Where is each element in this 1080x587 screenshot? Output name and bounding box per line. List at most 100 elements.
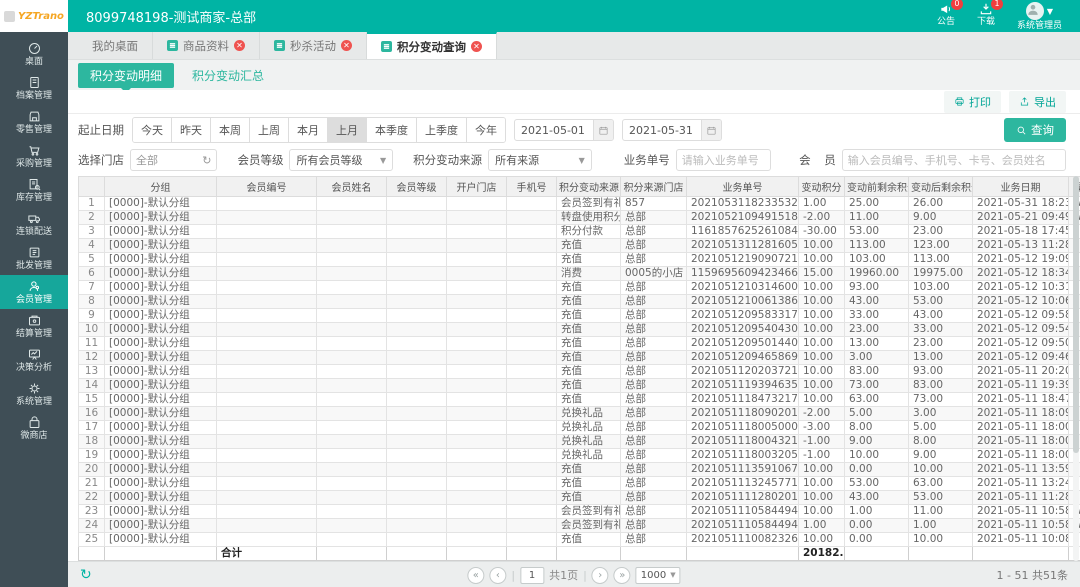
- table-row[interactable]: 22[0000]-默认分组充值总部202105111128020183710.0…: [79, 491, 1080, 505]
- date-preset-button[interactable]: 上月: [328, 118, 367, 142]
- table-row[interactable]: 24[0000]-默认分组会员签到有礼总部2021051110584494177…: [79, 519, 1080, 533]
- table-row[interactable]: 14[0000]-默认分组充值总部202105111939463596910.0…: [79, 379, 1080, 393]
- tab-product-data[interactable]: 商品资料 ✕: [153, 32, 260, 59]
- member-search-field: [842, 149, 1066, 171]
- sidebar-item-members[interactable]: 会员管理: [0, 275, 68, 309]
- next-page-button[interactable]: ›: [592, 567, 609, 584]
- prev-page-button[interactable]: ‹: [489, 567, 506, 584]
- table-cell: [507, 477, 557, 491]
- date-preset-button[interactable]: 今年: [467, 118, 505, 142]
- table-row[interactable]: 15[0000]-默认分组充值总部202105111847321716410.0…: [79, 393, 1080, 407]
- date-preset-button[interactable]: 本季度: [367, 118, 417, 142]
- table-cell: 10.00: [799, 365, 845, 379]
- date-preset-button[interactable]: 今天: [133, 118, 172, 142]
- table-row[interactable]: 13[0000]-默认分组充值总部202105112020372158610.0…: [79, 365, 1080, 379]
- table-row[interactable]: 5[0000]-默认分组充值总部202105121909072156610.00…: [79, 253, 1080, 267]
- table-row[interactable]: 11[0000]-默认分组充值总部202105120950144064610.0…: [79, 337, 1080, 351]
- order-no-input[interactable]: [682, 154, 765, 167]
- table-row[interactable]: 12[0000]-默认分组充值总部202105120946586912410.0…: [79, 351, 1080, 365]
- close-icon[interactable]: ✕: [234, 40, 245, 51]
- first-page-button[interactable]: «: [467, 567, 484, 584]
- column-header[interactable]: 变动后剩余积分: [909, 177, 973, 197]
- table-cell: 总部: [621, 421, 687, 435]
- column-header[interactable]: 业务日期: [973, 177, 1069, 197]
- table-row[interactable]: 10[0000]-默认分组充值总部202105120954043004810.0…: [79, 323, 1080, 337]
- export-button[interactable]: 导出: [1009, 91, 1066, 113]
- date-to-input[interactable]: [623, 124, 701, 137]
- table-cell: [447, 351, 507, 365]
- tab-flash-sale[interactable]: 秒杀活动 ✕: [260, 32, 367, 59]
- sidebar-item-desktop[interactable]: 桌面: [0, 37, 68, 71]
- sidebar-item-purchasing[interactable]: 采购管理: [0, 139, 68, 173]
- sidebar-item-settlement[interactable]: 结算管理: [0, 309, 68, 343]
- sidebar-item-wholesale[interactable]: 批发管理: [0, 241, 68, 275]
- store-input[interactable]: [136, 154, 202, 167]
- sidebar-item-archives[interactable]: 档案管理: [0, 71, 68, 105]
- sidebar-item-micro-shop[interactable]: 微商店: [0, 411, 68, 445]
- date-preset-button[interactable]: 上周: [250, 118, 289, 142]
- date-preset-button[interactable]: 上季度: [417, 118, 467, 142]
- table-row[interactable]: 2[0000]-默认分组转盘使用积分总部20210521094915180531…: [79, 211, 1080, 225]
- date-preset-button[interactable]: 昨天: [172, 118, 211, 142]
- calendar-icon[interactable]: [593, 119, 613, 141]
- table-row[interactable]: 4[0000]-默认分组充值总部202105131128160513010.00…: [79, 239, 1080, 253]
- column-header[interactable]: 变动前剩余积分: [845, 177, 909, 197]
- user-menu[interactable]: ▼ 系统管理员: [1017, 2, 1062, 31]
- date-preset-button[interactable]: 本周: [211, 118, 250, 142]
- search-button[interactable]: 查询: [1004, 118, 1066, 142]
- refresh-icon[interactable]: ↻: [202, 154, 211, 167]
- close-icon[interactable]: ✕: [471, 41, 482, 52]
- print-button[interactable]: 打印: [944, 91, 1001, 113]
- table-row[interactable]: 20[0000]-默认分组充值总部202105111359106770510.0…: [79, 463, 1080, 477]
- table-row[interactable]: 7[0000]-默认分组充值总部202105121031460016410.00…: [79, 281, 1080, 295]
- table-row[interactable]: 25[0000]-默认分组充值总部202105111008232684110.0…: [79, 533, 1080, 547]
- subtab-points-detail[interactable]: 积分变动明细: [78, 63, 174, 88]
- column-header[interactable]: 会员等级: [387, 177, 447, 197]
- column-header[interactable]: 变动积分: [799, 177, 845, 197]
- table-row[interactable]: 6[0000]-默认分组消费0005的小店1159695609423466496…: [79, 267, 1080, 281]
- table-row[interactable]: 19[0000]-默认分组兑换礼品总部2021051118003205737-1…: [79, 449, 1080, 463]
- sidebar-item-system[interactable]: 系统管理: [0, 377, 68, 411]
- column-header[interactable]: 手机号: [507, 177, 557, 197]
- date-preset-button[interactable]: 本月: [289, 118, 328, 142]
- member-level-select[interactable]: 所有会员等级 ▼: [289, 149, 393, 171]
- date-from-input[interactable]: [515, 124, 593, 137]
- sidebar-item-inventory[interactable]: 库存管理: [0, 173, 68, 207]
- table-cell: 2021051113245771119: [687, 477, 799, 491]
- tab-points-change-query[interactable]: 积分变动查询 ✕: [367, 32, 497, 59]
- table-row[interactable]: 23[0000]-默认分组会员签到有礼总部2021051110584494177…: [79, 505, 1080, 519]
- member-search-input[interactable]: [848, 154, 1060, 167]
- column-header[interactable]: 分组: [105, 177, 217, 197]
- scrollbar-thumb[interactable]: [1073, 176, 1079, 453]
- refresh-icon[interactable]: ↻: [80, 567, 92, 583]
- table-row[interactable]: 1[0000]-默认分组会员签到有礼8572021053118233532038…: [79, 197, 1080, 211]
- table-row[interactable]: 8[0000]-默认分组充值总部202105121006138638210.00…: [79, 295, 1080, 309]
- table-row[interactable]: 17[0000]-默认分组兑换礼品总部2021051118005000483-3…: [79, 421, 1080, 435]
- close-icon[interactable]: ✕: [341, 40, 352, 51]
- table-row[interactable]: 9[0000]-默认分组充值总部202105120958331758610.00…: [79, 309, 1080, 323]
- sidebar-item-analysis[interactable]: 决策分析: [0, 343, 68, 377]
- sidebar-item-retail[interactable]: 零售管理: [0, 105, 68, 139]
- table-row[interactable]: 16[0000]-默认分组兑换礼品总部2021051118090201255-2…: [79, 407, 1080, 421]
- table-row[interactable]: 3[0000]-默认分组积分付款总部1161857625261084672-30…: [79, 225, 1080, 239]
- sidebar-item-chain-delivery[interactable]: 连锁配送: [0, 207, 68, 241]
- subtab-points-summary[interactable]: 积分变动汇总: [192, 67, 264, 84]
- tab-my-desktop[interactable]: 我的桌面: [78, 32, 153, 59]
- column-header[interactable]: 积分来源门店: [621, 177, 687, 197]
- search-label: 查询: [1031, 122, 1054, 138]
- table-cell: [0000]-默认分组: [105, 477, 217, 491]
- downloads-button[interactable]: 1 下载: [977, 2, 995, 27]
- column-header[interactable]: 会员姓名: [317, 177, 387, 197]
- column-header[interactable]: 会员编号: [217, 177, 317, 197]
- table-row[interactable]: 21[0000]-默认分组充值总部202105111324577111910.0…: [79, 477, 1080, 491]
- calendar-icon[interactable]: [701, 119, 721, 141]
- column-header[interactable]: 积分变动来源: [557, 177, 621, 197]
- column-header[interactable]: 业务单号: [687, 177, 799, 197]
- points-source-select[interactable]: 所有来源 ▼: [488, 149, 592, 171]
- column-header[interactable]: 开户门店: [447, 177, 507, 197]
- last-page-button[interactable]: »: [614, 567, 631, 584]
- page-number-input[interactable]: [520, 567, 544, 584]
- page-size-select[interactable]: 1000 ▼: [636, 567, 681, 584]
- table-row[interactable]: 18[0000]-默认分组兑换礼品总部2021051118004321893-1…: [79, 435, 1080, 449]
- announcements-button[interactable]: 0 公告: [937, 2, 955, 27]
